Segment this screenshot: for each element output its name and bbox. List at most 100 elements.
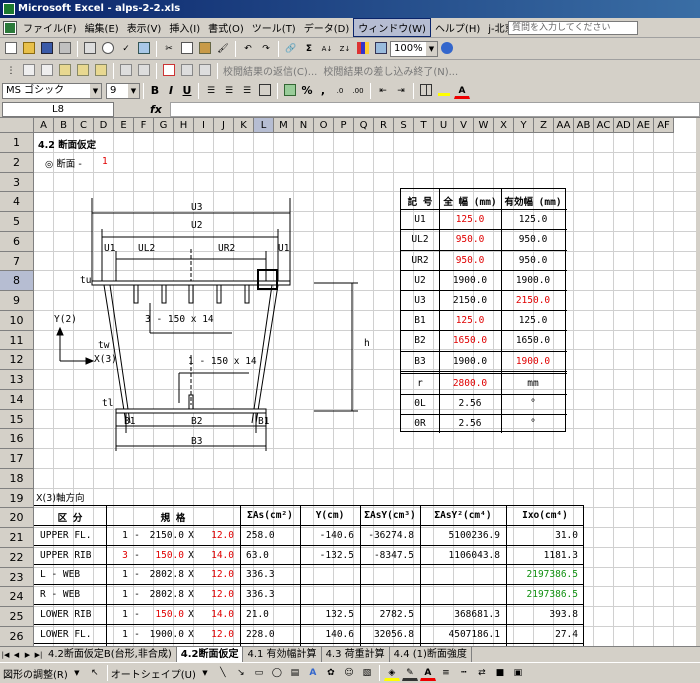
column-header[interactable]: Y — [514, 118, 534, 133]
percent-button[interactable]: % — [299, 84, 315, 97]
column-header[interactable]: AF — [654, 118, 674, 133]
italic-button[interactable]: I — [163, 84, 179, 97]
insert-function-icon[interactable]: fx — [150, 103, 162, 116]
column-header[interactable]: J — [214, 118, 234, 133]
currency-icon[interactable] — [282, 83, 298, 99]
align-left-icon[interactable]: ☰ — [203, 83, 219, 99]
column-header[interactable]: V — [454, 118, 474, 133]
row-header[interactable]: 21 — [0, 528, 34, 548]
sheet-tab[interactable]: 4.4 (1)断面強度 — [389, 647, 472, 662]
align-right-icon[interactable]: ☰ — [239, 83, 255, 99]
row-header[interactable]: 13 — [0, 370, 34, 390]
menu-view[interactable]: 表示(V) — [123, 19, 166, 36]
fill-color-icon[interactable] — [436, 83, 452, 99]
chevron-down-icon[interactable]: ▼ — [197, 665, 213, 681]
column-header[interactable]: AE — [634, 118, 654, 133]
column-header[interactable]: C — [74, 118, 94, 133]
line-style-icon[interactable]: ≡ — [438, 665, 454, 681]
hyperlink-icon[interactable]: 🔗 — [283, 41, 299, 57]
picture-icon[interactable]: ▧ — [359, 665, 375, 681]
row-header[interactable]: 10 — [0, 310, 34, 331]
row-header[interactable]: 19 — [0, 488, 34, 509]
row-header[interactable]: 6 — [0, 231, 34, 252]
column-header[interactable]: H — [174, 118, 194, 133]
row-header[interactable]: 9 — [0, 291, 34, 311]
open-icon[interactable] — [21, 41, 37, 57]
borders-icon[interactable] — [418, 83, 434, 99]
row-header[interactable]: 26 — [0, 626, 34, 646]
row-header[interactable]: 1 — [0, 133, 34, 153]
align-center-icon[interactable]: ☰ — [221, 83, 237, 99]
column-header[interactable]: K — [234, 118, 254, 133]
review-icon-3[interactable] — [57, 63, 73, 79]
row-header[interactable]: 16 — [0, 429, 34, 449]
row-header[interactable]: 8 — [0, 271, 34, 291]
rectangle-icon[interactable]: ▭ — [251, 665, 267, 681]
menu-data[interactable]: データ(D) — [300, 19, 354, 36]
row-header[interactable]: 22 — [0, 547, 34, 568]
row-header[interactable]: 4 — [0, 192, 34, 212]
font-color-icon[interactable]: A — [454, 83, 470, 99]
column-header[interactable]: B — [54, 118, 74, 133]
print-icon[interactable] — [82, 41, 98, 57]
column-header[interactable]: P — [334, 118, 354, 133]
review-icon-5[interactable] — [93, 63, 109, 79]
workbook-icon[interactable] — [3, 20, 17, 35]
row-header[interactable]: 23 — [0, 567, 34, 588]
column-header[interactable]: G — [154, 118, 174, 133]
arrow-style-icon[interactable]: ⇄ — [474, 665, 490, 681]
cut-icon[interactable]: ✂ — [161, 41, 177, 57]
save-icon[interactable] — [39, 41, 55, 57]
review-icon-9[interactable] — [179, 63, 195, 79]
column-header[interactable]: O — [314, 118, 334, 133]
row-header[interactable]: 2 — [0, 152, 34, 173]
help-question-input[interactable]: 質問を入力してください — [508, 21, 638, 35]
menu-format[interactable]: 書式(O) — [204, 19, 248, 36]
row-header[interactable]: 24 — [0, 587, 34, 607]
column-header[interactable]: AB — [574, 118, 594, 133]
draw-menu-button[interactable]: 図形の調整(R) — [3, 666, 68, 681]
column-header[interactable]: D — [94, 118, 114, 133]
dash-style-icon[interactable]: ┅ — [456, 665, 472, 681]
last-sheet-icon[interactable]: ▶| — [33, 649, 44, 661]
diagram-icon[interactable]: ✿ — [323, 665, 339, 681]
row-header[interactable]: 17 — [0, 449, 34, 469]
chevron-down-icon[interactable]: ▼ — [69, 665, 85, 681]
review-icon-6[interactable] — [118, 63, 134, 79]
column-header[interactable]: S — [394, 118, 414, 133]
print-preview-icon[interactable] — [100, 41, 116, 57]
menu-tools[interactable]: ツール(T) — [248, 19, 300, 36]
menu-edit[interactable]: 編集(E) — [81, 19, 123, 36]
arrow-icon[interactable]: ↘ — [233, 665, 249, 681]
column-header[interactable]: L — [254, 118, 274, 133]
spelling-icon[interactable]: ✓ — [118, 41, 134, 57]
autosum-icon[interactable]: Σ — [301, 41, 317, 57]
help-icon[interactable] — [439, 41, 455, 57]
autoshapes-button[interactable]: オートシェイプ(U) — [111, 666, 196, 681]
shadow-icon[interactable]: ■ — [492, 665, 508, 681]
column-header[interactable]: F — [134, 118, 154, 133]
prev-sheet-icon[interactable]: ◀ — [11, 649, 22, 661]
review-end-button[interactable]: 校閲結果の差し込み終了(N)... — [323, 63, 458, 78]
oval-icon[interactable]: ◯ — [269, 665, 285, 681]
worksheet-grid[interactable]: A B C D E F G H I J K L M N O P Q R S T U V W X Y Z AA AB AC AD AE AF 1… — [0, 118, 700, 646]
font-name-select[interactable]: MS ゴシック ▼ — [2, 82, 102, 99]
vertical-scrollbar[interactable] — [696, 118, 700, 646]
select-objects-icon[interactable]: ↖ — [87, 665, 103, 681]
row-header[interactable]: 14 — [0, 389, 34, 410]
research-icon[interactable] — [136, 41, 152, 57]
column-header[interactable]: AC — [594, 118, 614, 133]
clipart-icon[interactable]: ☺ — [341, 665, 357, 681]
new-icon[interactable] — [3, 41, 19, 57]
sheet-tab-active[interactable]: 4.2断面仮定 — [176, 647, 244, 662]
review-icon-7[interactable] — [136, 63, 152, 79]
permission-icon[interactable] — [57, 41, 73, 57]
row-header[interactable]: 11 — [0, 330, 34, 351]
review-icon-2[interactable] — [39, 63, 55, 79]
column-header[interactable]: R — [374, 118, 394, 133]
row-header[interactable]: 18 — [0, 468, 34, 489]
menu-file[interactable]: ファイル(F) — [19, 19, 81, 36]
row-header[interactable]: 20 — [0, 508, 34, 528]
font-color-icon[interactable]: A — [419, 665, 436, 681]
sort-asc-icon[interactable]: A↓ — [319, 41, 335, 57]
